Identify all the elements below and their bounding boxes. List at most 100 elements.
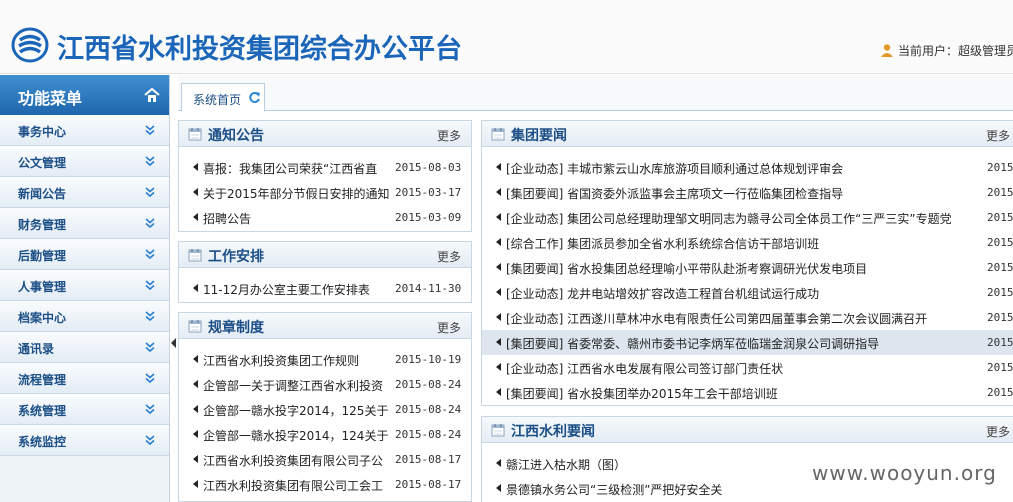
- list-item[interactable]: 11-12月办公室主要工作安排表 2014-11-30: [179, 276, 471, 301]
- sidebar-item[interactable]: 流程管理: [0, 363, 169, 394]
- list-item-date: 2015: [987, 386, 1013, 399]
- list-item-date: 2015-08-17: [395, 453, 462, 466]
- list-item[interactable]: [集团要闻] 省水投集团举办2015年工会干部培训班 2015: [482, 380, 1013, 405]
- list-item[interactable]: [企业动态] 龙井电站增效扩容改造工程首台机组试运行成功 2015: [482, 280, 1013, 305]
- list-item[interactable]: 企管部一关于调整江西省水利投资 2015-08-24: [179, 372, 471, 397]
- sidebar-item[interactable]: 公文管理: [0, 146, 169, 177]
- sidebar-item-label: 新闻公告: [18, 187, 67, 201]
- list-item-title[interactable]: 企管部一关于调整江西省水利投资: [203, 377, 389, 394]
- chevron-down-icon: [145, 342, 155, 353]
- bullet-icon: [193, 380, 198, 388]
- logo-icon: [11, 27, 49, 63]
- list-item-title[interactable]: [企业动态] 集团公司总经理助理邹文明同志为赣寻公司全体员工作“三严三实”专题党: [506, 210, 981, 227]
- list-item[interactable]: 企管部一赣水投字2014，124关于 2015-08-24: [179, 422, 471, 447]
- home-icon[interactable]: [144, 87, 160, 103]
- sidebar-item[interactable]: 人事管理: [0, 270, 169, 301]
- list-item[interactable]: [集团要闻] 省水投集团总经理喻小平带队赴浙考察调研光伏发电项目 2015: [482, 255, 1013, 280]
- list-item[interactable]: [企业动态] 集团公司总经理助理邹文明同志为赣寻公司全体员工作“三严三实”专题党…: [482, 205, 1013, 230]
- calendar-icon: [188, 128, 202, 141]
- list-item-title[interactable]: 企管部一赣水投字2014，125关于: [203, 402, 389, 419]
- list-item-title[interactable]: [集团要闻] 省水投集团总经理喻小平带队赴浙考察调研光伏发电项目: [506, 260, 981, 277]
- list-item[interactable]: [集团要闻] 省国资委外派监事会主席项文一行莅临集团检查指导 2015: [482, 180, 1013, 205]
- list-item-date: 2015: [987, 336, 1013, 349]
- chevron-down-icon: [145, 125, 155, 136]
- panel-header: 江西水利要闻 更多: [482, 417, 1013, 443]
- bullet-icon: [193, 405, 198, 413]
- calendar-icon: [491, 128, 505, 141]
- current-user-label: 当前用户：超级管理员: [898, 44, 1013, 58]
- tab-home-label: 系统首页: [193, 93, 242, 107]
- bullet-icon: [193, 430, 198, 438]
- list-item-title[interactable]: [综合工作] 集团派员参加全省水利系统综合信访干部培训班: [506, 235, 981, 252]
- chevron-down-icon: [145, 249, 155, 260]
- panel-title: 集团要闻: [511, 128, 567, 144]
- sidebar-menu: 事务中心 公文管理新闻公告财务管理后勤管理 人事管理档案中心通讯录流程管理系统管理系…: [0, 115, 169, 456]
- bullet-icon: [496, 288, 501, 296]
- bullet-icon: [496, 363, 501, 371]
- sidebar-item-label: 档案中心: [18, 311, 67, 325]
- list-item-title[interactable]: 江西水利投资集团有限公司工会工: [203, 477, 389, 494]
- sidebar-item[interactable]: 新闻公告: [0, 177, 169, 208]
- more-link[interactable]: 更多: [986, 423, 1010, 440]
- list-item[interactable]: [综合工作] 集团派员参加全省水利系统综合信访干部培训班 2015: [482, 230, 1013, 255]
- list-item-date: 2015-08-03: [395, 161, 462, 174]
- bullet-icon: [496, 338, 501, 346]
- list-item-title[interactable]: 招聘公告: [203, 210, 389, 227]
- sidebar-item[interactable]: 事务中心: [0, 115, 169, 146]
- chevron-down-icon: [145, 187, 155, 198]
- chevron-down-icon: [145, 373, 155, 384]
- list-item[interactable]: [集团要闻] 省委常委、赣州市委书记李炳军莅临瑞金润泉公司调研指导 2015: [482, 330, 1013, 355]
- sidebar-item[interactable]: 系统管理: [0, 394, 169, 425]
- list-item[interactable]: [企业动态] 丰城市紫云山水库旅游项目顺利通过总体规划评审会 2015: [482, 155, 1013, 180]
- list-item-title[interactable]: 11-12月办公室主要工作安排表: [203, 281, 389, 298]
- sidebar-item[interactable]: 后勤管理: [0, 239, 169, 270]
- list-item-title[interactable]: [集团要闻] 省水投集团举办2015年工会干部培训班: [506, 385, 981, 402]
- panel-list: 11-12月办公室主要工作安排表 2014-11-30: [179, 268, 471, 301]
- list-item-title[interactable]: 关于2015年部分节假日安排的通知: [203, 185, 389, 202]
- list-item[interactable]: 江西省水利投资集团有限公司子公 2015-08-17: [179, 447, 471, 472]
- bullet-icon: [496, 238, 501, 246]
- sidebar: 功能菜单 事务中心 公文管理新闻公告财务管理后勤管理 人事管理档案中心通讯录流程管理…: [0, 75, 170, 502]
- more-link[interactable]: 更多: [437, 248, 461, 265]
- refresh-icon[interactable]: [248, 91, 261, 104]
- sidebar-item[interactable]: 档案中心: [0, 301, 169, 332]
- sidebar-item[interactable]: 财务管理: [0, 208, 169, 239]
- list-item-title[interactable]: 企管部一赣水投字2014，124关于: [203, 427, 389, 444]
- list-item[interactable]: 江西水利投资集团有限公司工会工 2015-08-17: [179, 472, 471, 497]
- list-item[interactable]: 江西省水利投资集团工作规则 2015-10-19: [179, 347, 471, 372]
- sidebar-header: 功能菜单: [0, 75, 169, 115]
- list-item[interactable]: [企业动态] 江西省水电发展有限公司签订部门责任状 2015: [482, 355, 1013, 380]
- user-icon: [881, 44, 893, 57]
- app-header: 江西省水利投资集团综合办公平台 当前用户：超级管理员: [0, 0, 1013, 74]
- list-item-title[interactable]: 喜报：我集团公司荣获“江西省直: [203, 160, 389, 177]
- list-item-title[interactable]: [集团要闻] 省委常委、赣州市委书记李炳军莅临瑞金润泉公司调研指导: [506, 335, 981, 352]
- list-item-date: 2015-08-24: [395, 428, 462, 441]
- list-item-title[interactable]: [企业动态] 江西省水电发展有限公司签订部门责任状: [506, 360, 981, 377]
- bullet-icon: [193, 163, 198, 171]
- list-item[interactable]: 喜报：我集团公司荣获“江西省直 2015-08-03: [179, 155, 471, 180]
- list-item[interactable]: [企业动态] 江西遂川草林冲水电有限责任公司第四届董事会第二次会议圆满召开 201…: [482, 305, 1013, 330]
- list-item-date: 2015: [987, 186, 1013, 199]
- tab-home[interactable]: 系统首页: [181, 83, 265, 112]
- list-item-title[interactable]: [企业动态] 江西遂川草林冲水电有限责任公司第四届董事会第二次会议圆满召开: [506, 310, 981, 327]
- more-link[interactable]: 更多: [437, 319, 461, 336]
- bullet-icon: [496, 263, 501, 271]
- sidebar-item[interactable]: 系统监控: [0, 425, 169, 456]
- sidebar-item[interactable]: 通讯录: [0, 332, 169, 363]
- list-item-date: 2015-08-24: [395, 403, 462, 416]
- more-link[interactable]: 更多: [437, 127, 461, 144]
- list-item-title[interactable]: 江西省水利投资集团有限公司子公: [203, 452, 389, 469]
- list-item[interactable]: 关于2015年部分节假日安排的通知 2015-03-17: [179, 180, 471, 205]
- list-item-title[interactable]: [企业动态] 丰城市紫云山水库旅游项目顺利通过总体规划评审会: [506, 160, 981, 177]
- sidebar-item-label: 财务管理: [18, 218, 67, 232]
- list-item[interactable]: 企管部一赣水投字2014，125关于 2015-08-24: [179, 397, 471, 422]
- list-item-title[interactable]: [企业动态] 龙井电站增效扩容改造工程首台机组试运行成功: [506, 285, 981, 302]
- sidebar-item-label: 流程管理: [18, 373, 67, 387]
- more-link[interactable]: 更多: [986, 127, 1010, 144]
- list-item-title[interactable]: [集团要闻] 省国资委外派监事会主席项文一行莅临集团检查指导: [506, 185, 981, 202]
- list-item-title[interactable]: 江西省水利投资集团工作规则: [203, 352, 389, 369]
- sidebar-collapse-icon[interactable]: [170, 335, 177, 351]
- list-item[interactable]: 招聘公告 2015-03-09: [179, 205, 471, 230]
- list-item-date: 2015: [987, 211, 1013, 224]
- panel-list: [企业动态] 丰城市紫云山水库旅游项目顺利通过总体规划评审会 2015 [集团要闻]…: [482, 147, 1013, 405]
